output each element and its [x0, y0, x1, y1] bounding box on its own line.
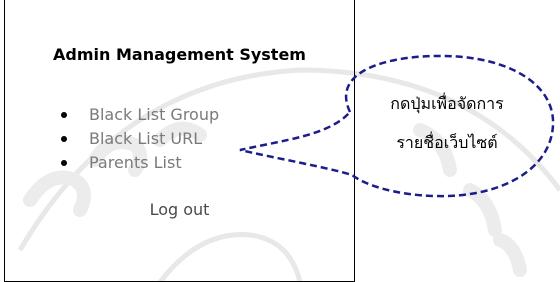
- panel-title: Admin Management System: [53, 45, 306, 64]
- bullet-icon: [61, 160, 67, 166]
- menu-item-label: Black List Group: [89, 105, 220, 124]
- menu-item-black-list-url[interactable]: Black List URL: [57, 127, 219, 151]
- admin-panel: Admin Management System Black List Group…: [4, 0, 355, 282]
- bullet-icon: [61, 112, 67, 118]
- menu-item-black-list-group[interactable]: Black List Group: [57, 103, 219, 127]
- callout-line-1: กดปุ่มเพื่อจัดการ: [390, 94, 504, 113]
- logout-link[interactable]: Log out: [5, 200, 354, 219]
- callout-line-2: รายชื่อเว็บไซต์: [396, 133, 498, 152]
- menu-item-label: Black List URL: [89, 129, 203, 148]
- admin-menu: Black List Group Black List URL Parents …: [57, 103, 219, 175]
- menu-item-label: Parents List: [89, 153, 182, 172]
- bullet-icon: [61, 136, 67, 142]
- menu-item-parents-list[interactable]: Parents List: [57, 151, 219, 175]
